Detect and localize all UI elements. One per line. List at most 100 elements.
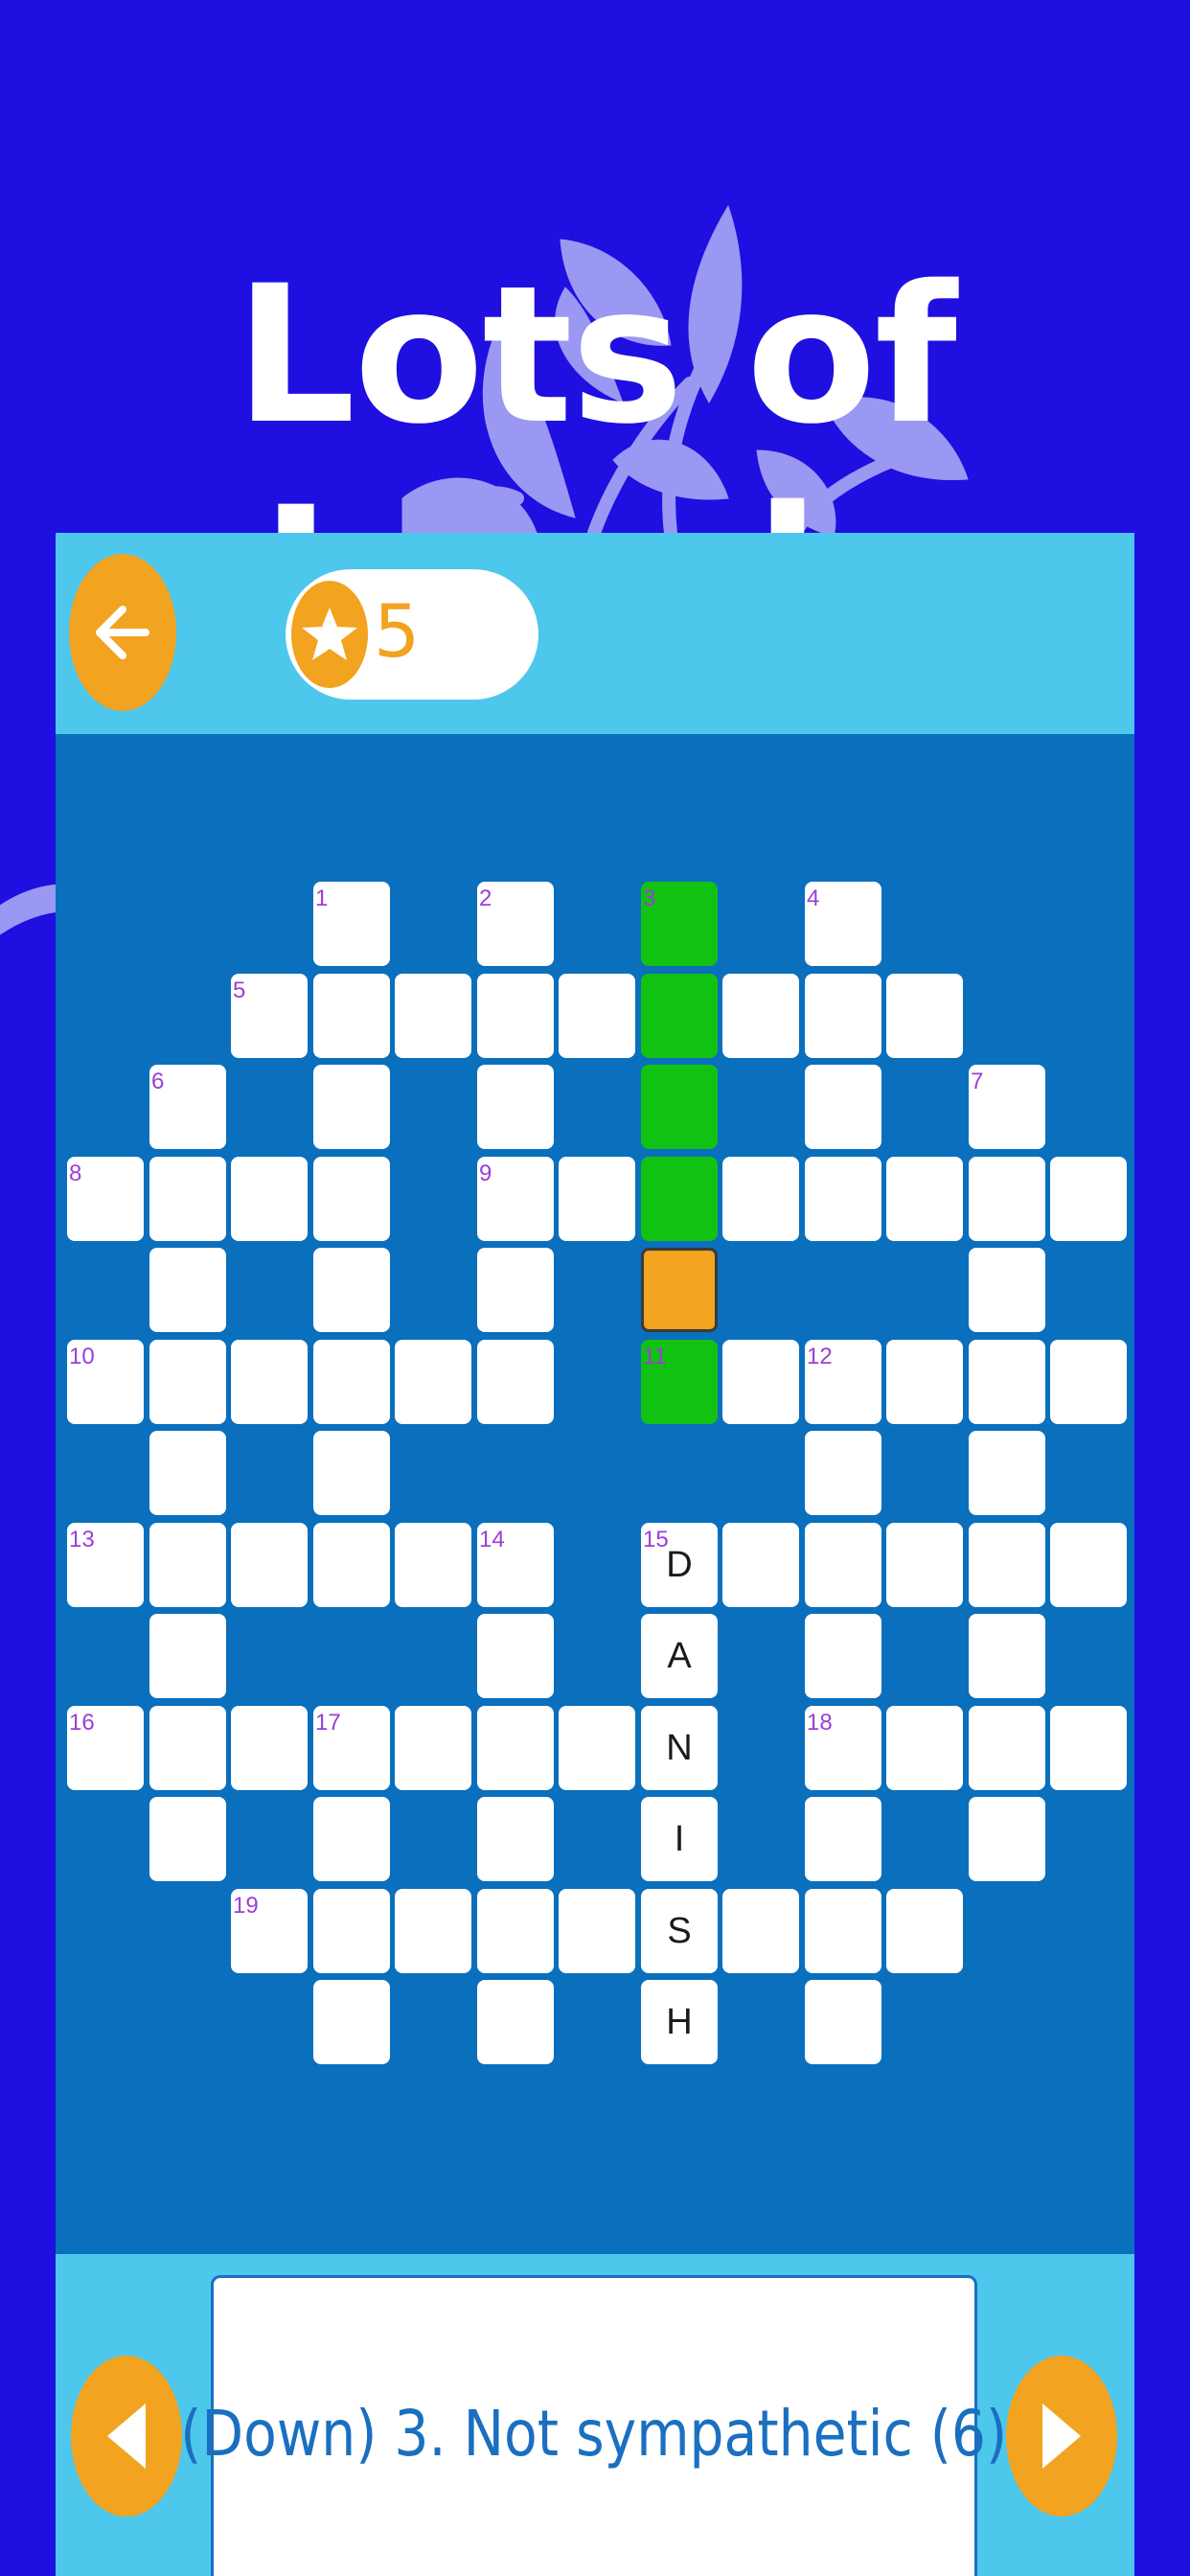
grid-cell[interactable] — [149, 1340, 226, 1424]
grid-cell[interactable] — [313, 1797, 390, 1881]
grid-cell[interactable]: 13 — [67, 1523, 144, 1607]
grid-cell[interactable] — [477, 1065, 554, 1149]
grid-cell[interactable] — [722, 1340, 799, 1424]
grid-cell[interactable] — [477, 1614, 554, 1698]
grid-cell[interactable] — [1050, 1706, 1127, 1790]
grid-cell[interactable] — [477, 1797, 554, 1881]
grid-cell[interactable] — [969, 1431, 1045, 1515]
grid-cell[interactable] — [313, 1340, 390, 1424]
back-button[interactable] — [69, 554, 176, 711]
grid-cell[interactable]: 8 — [67, 1157, 144, 1241]
grid-cell[interactable] — [313, 1980, 390, 2064]
grid-cell[interactable] — [231, 1706, 308, 1790]
grid-cell[interactable] — [641, 974, 718, 1058]
grid-cell[interactable] — [313, 1157, 390, 1241]
grid-cell[interactable] — [1050, 1157, 1127, 1241]
grid-cell[interactable] — [559, 974, 635, 1058]
grid-cell[interactable] — [886, 1706, 963, 1790]
grid-cell[interactable] — [149, 1248, 226, 1332]
grid-cell[interactable] — [313, 1065, 390, 1149]
grid-cell[interactable] — [477, 1340, 554, 1424]
grid-cell[interactable]: 12 — [805, 1340, 881, 1424]
grid-cell[interactable] — [1050, 1340, 1127, 1424]
grid-cell[interactable] — [395, 974, 471, 1058]
grid-cell[interactable] — [969, 1157, 1045, 1241]
grid-cell[interactable] — [477, 1706, 554, 1790]
grid-cell[interactable] — [805, 1065, 881, 1149]
grid-cell[interactable]: A — [641, 1614, 718, 1698]
grid-cell[interactable] — [313, 1523, 390, 1607]
grid-cell[interactable] — [722, 1157, 799, 1241]
grid-cell[interactable]: 14 — [477, 1523, 554, 1607]
grid-cell[interactable] — [231, 1157, 308, 1241]
grid-cell[interactable]: 2 — [477, 882, 554, 966]
grid-cell[interactable]: 17 — [313, 1706, 390, 1790]
grid-cell[interactable] — [969, 1614, 1045, 1698]
grid-cell[interactable]: 9 — [477, 1157, 554, 1241]
grid-cell[interactable] — [886, 1889, 963, 1973]
grid-cell[interactable]: 11 — [641, 1340, 718, 1424]
grid-cell[interactable] — [395, 1706, 471, 1790]
grid-cell[interactable]: 19 — [231, 1889, 308, 1973]
grid-cell[interactable]: 10 — [67, 1340, 144, 1424]
grid-cell[interactable] — [559, 1157, 635, 1241]
next-clue-button[interactable] — [1006, 2356, 1117, 2517]
grid-cell[interactable]: H — [641, 1980, 718, 2064]
grid-cell[interactable] — [395, 1340, 471, 1424]
grid-cell[interactable] — [149, 1706, 226, 1790]
grid-cell[interactable] — [805, 1523, 881, 1607]
grid-cell[interactable] — [969, 1523, 1045, 1607]
grid-cell[interactable] — [559, 1889, 635, 1973]
grid-cell[interactable] — [805, 1797, 881, 1881]
grid-cell[interactable] — [313, 1889, 390, 1973]
grid-cell[interactable] — [477, 1248, 554, 1332]
grid-cell[interactable]: 15 D — [641, 1523, 718, 1607]
grid-cell[interactable] — [477, 1980, 554, 2064]
grid-cell[interactable] — [559, 1706, 635, 1790]
grid-cell[interactable] — [969, 1797, 1045, 1881]
grid-cell[interactable] — [313, 1248, 390, 1332]
grid-cell[interactable] — [805, 1980, 881, 2064]
grid-cell[interactable] — [805, 974, 881, 1058]
grid-cell[interactable] — [886, 1340, 963, 1424]
grid-cell[interactable] — [722, 974, 799, 1058]
grid-cell[interactable] — [313, 1431, 390, 1515]
grid-cell[interactable]: 16 — [67, 1706, 144, 1790]
grid-cell[interactable] — [886, 1157, 963, 1241]
grid-cell[interactable]: 18 — [805, 1706, 881, 1790]
grid-cell[interactable] — [395, 1523, 471, 1607]
grid-cell[interactable] — [969, 1706, 1045, 1790]
grid-cell[interactable] — [231, 1523, 308, 1607]
grid-cell[interactable] — [149, 1797, 226, 1881]
grid-cell[interactable]: 3 — [641, 882, 718, 966]
grid-cell[interactable] — [149, 1431, 226, 1515]
grid-cell[interactable] — [805, 1431, 881, 1515]
grid-cell[interactable] — [641, 1065, 718, 1149]
grid-cell[interactable] — [805, 1614, 881, 1698]
grid-cell[interactable] — [722, 1523, 799, 1607]
grid-cell[interactable] — [149, 1157, 226, 1241]
grid-cell[interactable] — [231, 1340, 308, 1424]
previous-clue-button[interactable] — [71, 2356, 182, 2517]
grid-cell[interactable] — [477, 1889, 554, 1973]
grid-cell[interactable] — [722, 1889, 799, 1973]
grid-cell[interactable] — [149, 1614, 226, 1698]
grid-cell[interactable]: I — [641, 1797, 718, 1881]
grid-cell[interactable] — [395, 1889, 471, 1973]
grid-cell[interactable] — [969, 1248, 1045, 1332]
grid-cell[interactable] — [886, 974, 963, 1058]
grid-cell[interactable] — [477, 974, 554, 1058]
grid-cell[interactable]: 7 — [969, 1065, 1045, 1149]
grid-cell[interactable]: 1 — [313, 882, 390, 966]
grid-cell[interactable]: 6 — [149, 1065, 226, 1149]
grid-cell[interactable] — [1050, 1523, 1127, 1607]
grid-cell[interactable]: S — [641, 1889, 718, 1973]
grid-cell[interactable] — [805, 1157, 881, 1241]
grid-cell[interactable] — [641, 1248, 718, 1332]
grid-cell[interactable] — [969, 1340, 1045, 1424]
grid-cell[interactable]: N — [641, 1706, 718, 1790]
grid-cell[interactable] — [313, 974, 390, 1058]
grid-cell[interactable] — [805, 1889, 881, 1973]
grid-cell[interactable] — [641, 1157, 718, 1241]
grid-cell[interactable]: 4 — [805, 882, 881, 966]
